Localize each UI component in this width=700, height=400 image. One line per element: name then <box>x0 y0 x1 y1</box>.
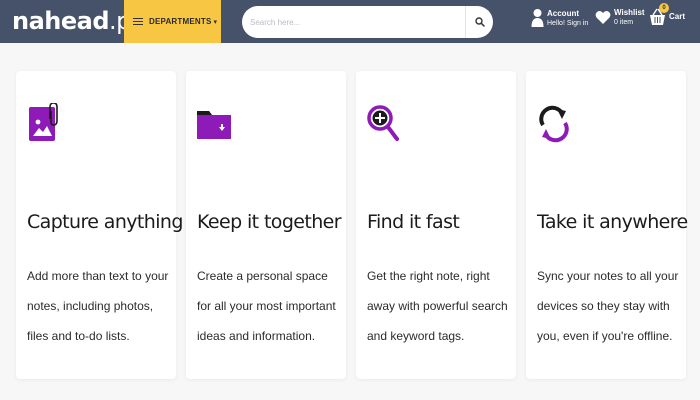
feature-description: Create a personal space for all your mos… <box>197 269 336 343</box>
heart-icon <box>595 10 611 24</box>
account-subtitle: Hello! Sign in <box>547 19 589 27</box>
cart-count-badge: 0 <box>659 3 669 13</box>
wishlist-title: Wishlist <box>614 8 645 17</box>
top-header: nahead.pk DEPARTMENTS ▾ Account Hello! S… <box>0 0 700 43</box>
menu-icon <box>133 17 143 26</box>
departments-label: DEPARTMENTS <box>149 17 212 26</box>
feature-description: Sync your notes to all your devices so t… <box>537 269 679 343</box>
search-bar <box>242 6 493 38</box>
departments-button[interactable]: DEPARTMENTS ▾ <box>124 0 221 43</box>
folder-icon <box>197 111 231 139</box>
sync-icon <box>539 105 569 143</box>
image-attachment-icon <box>29 103 58 141</box>
caret-down-icon: ▾ <box>213 18 218 26</box>
user-icon <box>531 9 544 27</box>
cart-title: Cart <box>669 12 686 21</box>
wishlist-link[interactable]: Wishlist 0 item <box>595 8 645 27</box>
feature-card-together: Keep it together Create a personal space… <box>186 71 346 379</box>
account-link[interactable]: Account Hello! Sign in <box>531 8 588 28</box>
feature-title: Capture anything <box>27 211 183 233</box>
search-icon <box>474 17 485 27</box>
cart-link[interactable]: 0 Cart <box>649 3 686 26</box>
feature-card-capture: Capture anything Add more than text to y… <box>16 71 183 379</box>
feature-title: Find it fast <box>367 211 460 233</box>
wishlist-subtitle: 0 item <box>614 19 634 26</box>
feature-description: Add more than text to your notes, includ… <box>27 269 169 343</box>
account-title: Account <box>547 8 579 18</box>
magnifier-icon <box>367 105 399 141</box>
feature-card-find: Find it fast Get the right note, right a… <box>356 71 516 379</box>
feature-title: Take it anywhere <box>537 211 688 233</box>
feature-card-anywhere: Take it anywhere Sync your notes to all … <box>526 71 688 379</box>
search-button[interactable] <box>465 6 493 38</box>
feature-description: Get the right note, right away with powe… <box>367 269 508 343</box>
feature-title: Keep it together <box>197 211 342 233</box>
search-input[interactable] <box>242 6 464 38</box>
